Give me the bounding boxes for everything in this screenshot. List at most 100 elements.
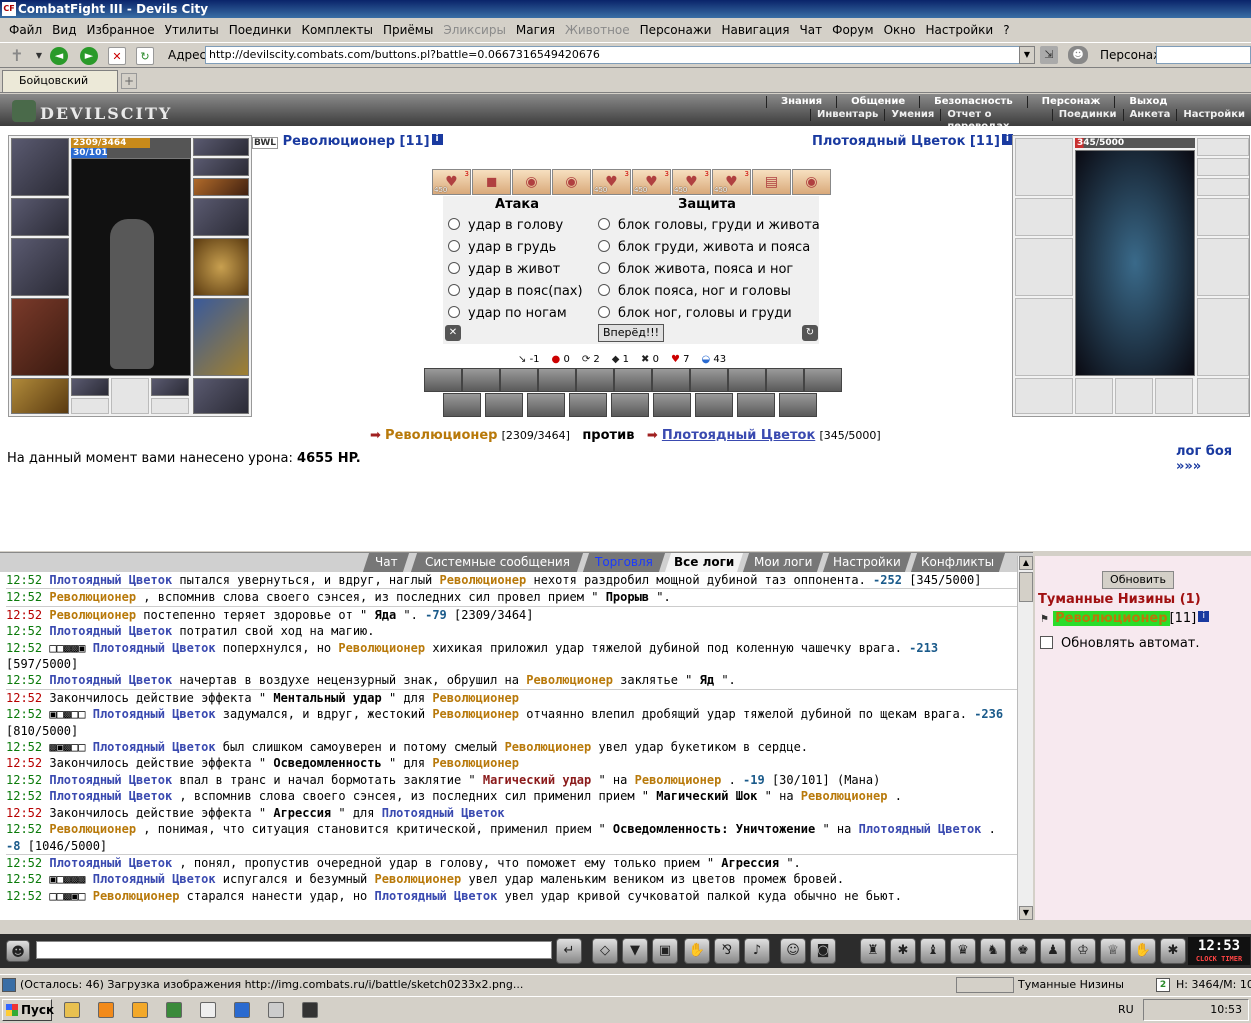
forward-button[interactable]: Вперёд!!!	[598, 324, 664, 342]
menu-item[interactable]: Утилиты	[160, 20, 224, 40]
pin-icon[interactable]: ✝	[8, 47, 26, 65]
persona-input[interactable]	[1156, 46, 1251, 64]
nav-top-link[interactable]: Безопасность	[919, 96, 1027, 108]
skill-heart-icon[interactable]: ♥ 450 3	[672, 169, 711, 195]
log-player-name[interactable]: Революционер	[432, 756, 519, 770]
gloves-slot[interactable]	[193, 198, 249, 236]
pocket-slot-3[interactable]	[111, 378, 149, 414]
cancel-turn-icon[interactable]: ✕	[445, 325, 461, 341]
scroll-thumb[interactable]	[1019, 572, 1033, 602]
skill-heart-icon[interactable]: ♥ 450 3	[712, 169, 751, 195]
battle-log-link[interactable]: лог боя »»»	[1176, 444, 1251, 474]
new-tab-button[interactable]: +	[121, 73, 137, 89]
refresh-icon[interactable]: ↻	[802, 325, 818, 341]
bottle-icon[interactable]: ♜	[860, 938, 886, 964]
skill-heart-icon[interactable]: ♥ 450 3	[592, 169, 631, 195]
nav-top-link[interactable]: Персонаж	[1026, 96, 1115, 108]
menu-item[interactable]: Навигация	[716, 20, 794, 40]
cf-app-icon[interactable]	[302, 1002, 318, 1018]
attack-radio[interactable]	[448, 218, 460, 230]
defense-radio[interactable]	[598, 240, 610, 252]
defense-option[interactable]: блок живота, пояса и ног	[598, 262, 793, 278]
online-player[interactable]: ⚑ Революционер [11] i	[1040, 611, 1210, 626]
chat-tab[interactable]: Конфликты	[910, 553, 1006, 572]
monitor-icon[interactable]: ▣	[652, 938, 678, 964]
menu-item[interactable]: Чат	[795, 20, 828, 40]
right-player-name[interactable]: Плотоядный Цветок [11] i	[812, 134, 1013, 149]
attack-option[interactable]: удар в голову	[448, 218, 563, 234]
smile-icon[interactable]: ☺	[780, 938, 806, 964]
star-icon[interactable]: ✱	[1160, 938, 1186, 964]
nav-bottom-link[interactable]: Инвентарь	[810, 109, 884, 121]
menu-item[interactable]: Настройки	[920, 20, 998, 40]
log-scrollbar[interactable]: ▲ ▼	[1017, 556, 1033, 920]
technique-icon[interactable]	[485, 393, 523, 417]
technique-icon[interactable]	[614, 368, 652, 392]
chat-tab[interactable]: Торговля	[582, 553, 666, 572]
defense-option[interactable]: блок пояса, ног и головы	[598, 284, 791, 300]
technique-icon[interactable]	[500, 368, 538, 392]
address-dropdown-icon[interactable]: ▼	[1019, 46, 1035, 64]
log-player-name[interactable]: Плотоядный Цветок	[93, 641, 216, 655]
mask-icon[interactable]: ♟	[1040, 938, 1066, 964]
avast-icon[interactable]	[98, 1002, 114, 1018]
chat-input[interactable]	[36, 941, 552, 959]
skill-heart-icon[interactable]: ♥ 450 3	[632, 169, 671, 195]
log-player-name[interactable]: Революционер	[440, 573, 527, 587]
refresh-nav-button[interactable]: ↻	[136, 47, 154, 65]
defense-radio[interactable]	[598, 262, 610, 274]
skill-book-icon[interactable]: ▤	[752, 169, 791, 195]
dropdown-icon[interactable]: ▼	[30, 47, 48, 65]
stop-button[interactable]: ✕	[108, 47, 126, 65]
menu-item[interactable]: Приёмы	[378, 20, 438, 40]
eraser-icon[interactable]: ◇	[592, 938, 618, 964]
pocket-slot-4[interactable]	[151, 378, 189, 396]
attack-option[interactable]: удар по ногам	[448, 306, 567, 322]
pocket-slot-1[interactable]	[71, 378, 109, 396]
helmet-slot[interactable]	[11, 138, 69, 196]
log-player-name[interactable]: Плотоядный Цветок	[93, 740, 216, 754]
auto-refresh[interactable]: Обновлять автомат.	[1040, 636, 1200, 651]
technique-icon[interactable]	[653, 393, 691, 417]
weapon-slot[interactable]	[11, 238, 69, 296]
chat-tab[interactable]: Чат	[362, 553, 410, 572]
defense-option[interactable]: блок груди, живота и пояса	[598, 240, 810, 256]
skill-heart-icon[interactable]: ♥ 450 3	[432, 169, 471, 195]
attack-radio[interactable]	[448, 262, 460, 274]
menu-item[interactable]: Магия	[511, 20, 560, 40]
skill-scroll-icon[interactable]: ◉	[512, 169, 551, 195]
pocket-slot-2[interactable]	[71, 398, 109, 414]
log-player-name[interactable]: Плотоядный Цветок	[382, 806, 505, 820]
people-icon[interactable]: ☻	[1068, 46, 1088, 64]
technique-icon[interactable]	[728, 368, 766, 392]
amulet-slot[interactable]	[193, 138, 249, 156]
versus-left-name[interactable]: Революционер	[385, 428, 497, 443]
hand-icon[interactable]: ✋	[1130, 938, 1156, 964]
legs-slot[interactable]	[193, 298, 249, 376]
technique-icon[interactable]	[462, 368, 500, 392]
skill-dark-icon[interactable]: ◼	[472, 169, 511, 195]
log-player-name[interactable]: Революционер	[432, 707, 519, 721]
technique-icon[interactable]	[538, 368, 576, 392]
sword-icon[interactable]: ♚	[1010, 938, 1036, 964]
info-icon[interactable]: i	[1198, 611, 1210, 622]
attack-option[interactable]: удар в пояс(пах)	[448, 284, 583, 300]
ring-icon[interactable]: ♔	[1070, 938, 1096, 964]
refresh-app-icon[interactable]	[268, 1002, 284, 1018]
log-player-name[interactable]: Плотоядный Цветок	[49, 773, 172, 787]
armor-slot[interactable]	[11, 298, 69, 376]
log-player-name[interactable]: Революционер	[375, 872, 462, 886]
media-icon[interactable]	[132, 1002, 148, 1018]
back-button[interactable]: ◄	[50, 47, 68, 65]
menu-item[interactable]: Вид	[47, 20, 81, 40]
technique-icon[interactable]	[424, 368, 462, 392]
log-player-name[interactable]: Революционер	[49, 608, 136, 622]
online-player-name[interactable]: Революционер	[1053, 611, 1170, 626]
refresh-button[interactable]: Обновить	[1102, 571, 1174, 589]
log-player-name[interactable]: Революционер	[526, 673, 613, 687]
log-player-name[interactable]: Революционер	[635, 773, 722, 787]
info-icon[interactable]: i	[431, 134, 443, 145]
log-player-name[interactable]: Плотоядный Цветок	[49, 573, 172, 587]
technique-icon[interactable]	[576, 368, 614, 392]
go-icon[interactable]: ⇲	[1040, 46, 1058, 64]
